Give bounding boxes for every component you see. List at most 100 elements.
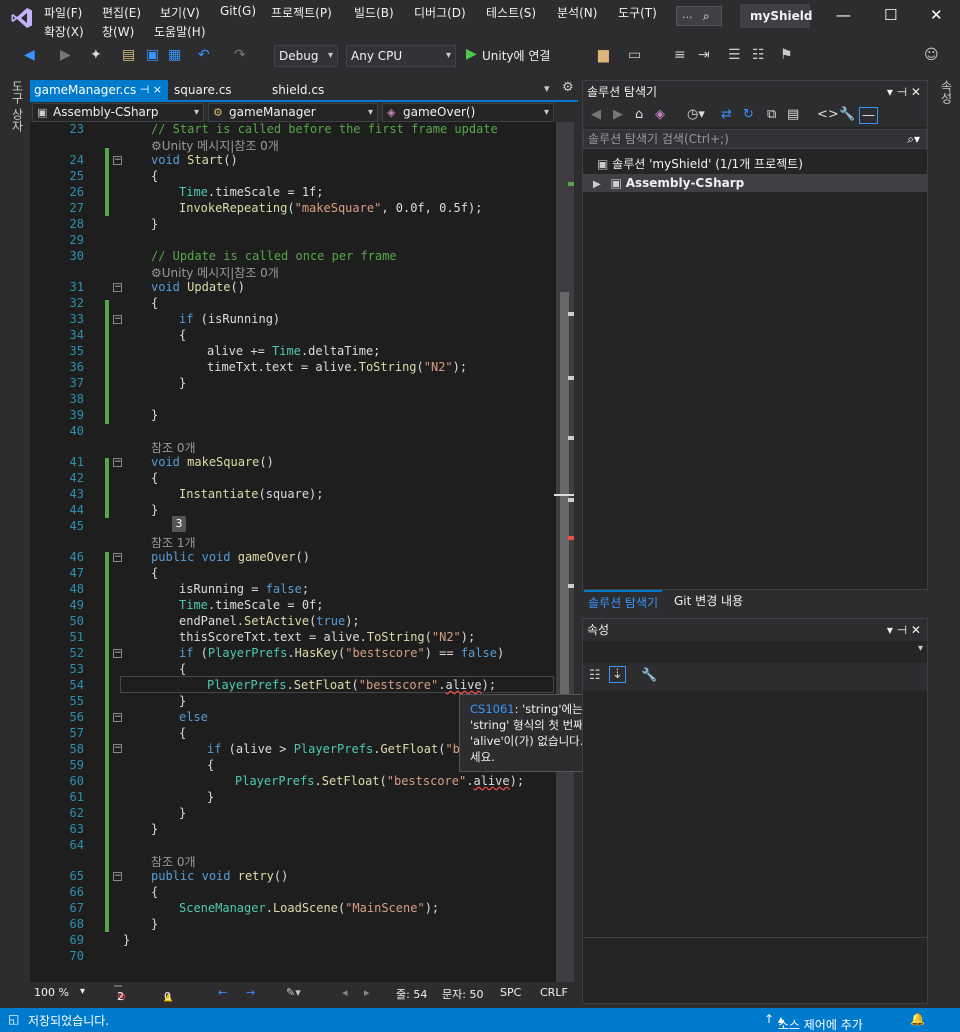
line-ending-indicator[interactable]: CRLF bbox=[540, 986, 568, 999]
back-icon[interactable]: ◀ bbox=[591, 107, 601, 122]
run-icon[interactable]: ▶ bbox=[466, 46, 477, 62]
comment-icon[interactable]: ☰ bbox=[728, 47, 741, 63]
tab-gamemanager[interactable]: gameManager.cs ⊣ × bbox=[30, 80, 168, 100]
refresh-icon[interactable]: ↻ bbox=[743, 107, 754, 122]
zoom-dropdown-icon[interactable]: ▾ bbox=[80, 986, 85, 997]
indent-icon[interactable]: ⇥ bbox=[698, 47, 710, 63]
show-all-files-icon[interactable]: ▤ bbox=[787, 107, 799, 122]
redo-icon[interactable]: ↷ bbox=[234, 47, 246, 63]
menu-edit[interactable]: 편집(E) bbox=[102, 4, 141, 21]
menu-window[interactable]: 창(W) bbox=[102, 23, 134, 40]
brush-icon[interactable]: ✎▾ bbox=[286, 986, 301, 999]
save-all-icon[interactable]: ▦ bbox=[168, 47, 181, 63]
menu-debug[interactable]: 디버그(D) bbox=[414, 4, 466, 21]
codelens-refs[interactable]: 참조 1개 bbox=[151, 534, 196, 551]
tab-shield[interactable]: shield.cs bbox=[268, 80, 348, 100]
fold-toggle[interactable]: − bbox=[113, 649, 122, 658]
code-editor[interactable]: 23 24 25 26 27 28 29 30 31 32 33 34 35 36 37 38 39 40 41 42… bbox=[30, 122, 556, 982]
tree-item-solution[interactable]: ▣ 솔루션 'myShield' (1/1개 프로젝트) bbox=[597, 155, 803, 172]
fold-toggle[interactable]: − bbox=[113, 458, 122, 467]
browser-icon[interactable]: ▭ bbox=[628, 47, 641, 63]
back-icon[interactable]: ◀ bbox=[24, 47, 35, 63]
fold-toggle[interactable]: − bbox=[113, 713, 122, 722]
categorized-icon[interactable]: ☷ bbox=[589, 668, 601, 683]
menu-tools[interactable]: 도구(T) bbox=[618, 4, 657, 21]
fold-toggle[interactable]: − bbox=[113, 872, 122, 881]
menu-help[interactable]: 도움말(H) bbox=[154, 23, 206, 40]
panel-pin-close-icon[interactable]: ▾ ⊣ ✕ bbox=[887, 81, 921, 103]
menu-file[interactable]: 파일(F) bbox=[44, 4, 82, 21]
tab-solution-explorer[interactable]: 솔루션 탐색기 bbox=[584, 590, 663, 612]
quick-action-badge[interactable]: 3 bbox=[172, 516, 186, 532]
error-code-link[interactable]: CS1061 bbox=[470, 702, 515, 716]
forward-icon[interactable]: ▶ bbox=[613, 107, 623, 122]
home-icon[interactable]: ⌂ bbox=[635, 107, 643, 122]
editor-scrollbar[interactable] bbox=[554, 122, 574, 982]
maximize-icon[interactable]: ☐ bbox=[884, 6, 897, 24]
scrollbar-thumb[interactable] bbox=[560, 292, 569, 712]
tab-overflow-icon[interactable]: ▾ bbox=[544, 82, 550, 95]
history-icon[interactable]: ◷▾ bbox=[687, 107, 705, 122]
tab-pin-close-icon[interactable]: ⊣ × bbox=[140, 80, 162, 100]
close-icon[interactable]: ✕ bbox=[930, 6, 943, 24]
properties-wrench-icon[interactable]: 🔧 bbox=[839, 107, 855, 122]
codelens-refs[interactable]: 참조 0개 bbox=[151, 439, 196, 456]
codelens-refs[interactable]: ⚙Unity 메시지|참조 0개 bbox=[151, 264, 279, 281]
open-folder-icon[interactable]: ▤ bbox=[122, 47, 135, 63]
class-dropdown[interactable]: ⚙ gameManager bbox=[208, 103, 378, 122]
feedback-icon[interactable]: ☺ bbox=[924, 47, 939, 63]
bookmark-icon[interactable]: ⚑ bbox=[780, 47, 793, 63]
menu-project[interactable]: 프로젝트(P) bbox=[271, 4, 332, 21]
attach-unity-button[interactable]: Unity에 연결 bbox=[482, 47, 550, 64]
code-view-icon[interactable]: <> bbox=[817, 107, 839, 122]
next-issue-icon[interactable]: → bbox=[246, 986, 255, 999]
menu-extensions[interactable]: 확장(X) bbox=[44, 23, 84, 40]
fold-toggle[interactable]: − bbox=[113, 156, 122, 165]
global-search-box[interactable]: ... ⌕ bbox=[676, 6, 722, 26]
menu-build[interactable]: 빌드(B) bbox=[354, 4, 394, 21]
new-item-icon[interactable]: ✦ bbox=[90, 47, 102, 63]
fold-toggle[interactable]: − bbox=[113, 315, 122, 324]
preview-toggle-icon[interactable]: — bbox=[859, 107, 878, 124]
collapse-icon[interactable]: ⧉ bbox=[767, 107, 776, 122]
panel-pin-close-icon[interactable]: ▾ ⊣ ✕ bbox=[887, 619, 921, 641]
toolbox-tab[interactable]: 도구 상자 bbox=[9, 80, 26, 132]
tab-git-changes[interactable]: Git 변경 내용 bbox=[670, 590, 747, 612]
minimize-icon[interactable]: — bbox=[836, 6, 851, 24]
uncomment-icon[interactable]: ☷ bbox=[752, 47, 765, 63]
sync-icon[interactable]: ⇄ bbox=[721, 107, 732, 122]
forward-icon[interactable]: ▶ bbox=[60, 47, 71, 63]
menu-view[interactable]: 보기(V) bbox=[160, 4, 200, 21]
menu-git[interactable]: Git(G) bbox=[220, 4, 256, 18]
vs-switch-icon[interactable]: ◈ bbox=[655, 107, 665, 122]
codelens-refs[interactable]: ⚙Unity 메시지|참조 0개 bbox=[151, 137, 279, 154]
fold-toggle[interactable]: − bbox=[113, 744, 122, 753]
configuration-dropdown[interactable]: Debug bbox=[274, 45, 338, 67]
property-pages-icon[interactable]: 🔧 bbox=[641, 668, 657, 683]
source-control-button[interactable]: ↑ 소스 제어에 추가 ▴ bbox=[764, 1012, 863, 1032]
scroll-right-icon[interactable]: ▸ bbox=[364, 986, 370, 999]
properties-side-tab[interactable]: 속성 bbox=[938, 80, 955, 104]
prev-issue-icon[interactable]: ← bbox=[218, 986, 227, 999]
solution-search-input[interactable]: 솔루션 탐색기 검색(Ctrl+;) ⌕▾ bbox=[583, 129, 927, 149]
folder-icon[interactable]: ▆ bbox=[598, 47, 609, 63]
fold-toggle[interactable]: − bbox=[113, 553, 122, 562]
save-icon[interactable]: ▣ bbox=[146, 47, 159, 63]
tab-square[interactable]: square.cs bbox=[170, 80, 262, 100]
member-dropdown[interactable]: ◈ gameOver() bbox=[382, 103, 554, 122]
expand-arrow-icon[interactable]: ▶ bbox=[593, 179, 601, 190]
settings-gear-icon[interactable]: ⚙ bbox=[562, 80, 574, 95]
format-icon[interactable]: ≡ bbox=[674, 47, 686, 63]
menu-test[interactable]: 테스트(S) bbox=[486, 4, 536, 21]
assembly-dropdown[interactable]: ▣ Assembly-CSharp bbox=[32, 103, 204, 122]
tree-item-project[interactable]: ▶ ▣ Assembly-CSharp bbox=[583, 174, 927, 192]
fold-toggle[interactable]: − bbox=[113, 283, 122, 292]
codelens-refs[interactable]: 참조 0개 bbox=[151, 853, 196, 870]
notifications-icon[interactable]: 🔔 bbox=[910, 1012, 925, 1026]
zoom-level[interactable]: 100 % bbox=[34, 986, 69, 999]
undo-icon[interactable]: ↶ bbox=[198, 47, 210, 63]
menu-analyze[interactable]: 분석(N) bbox=[557, 4, 597, 21]
error-count-button[interactable]: ⊗ 2 bbox=[114, 985, 126, 1003]
platform-dropdown[interactable]: Any CPU bbox=[346, 45, 456, 67]
properties-object-dropdown[interactable]: ▾ bbox=[583, 643, 927, 661]
